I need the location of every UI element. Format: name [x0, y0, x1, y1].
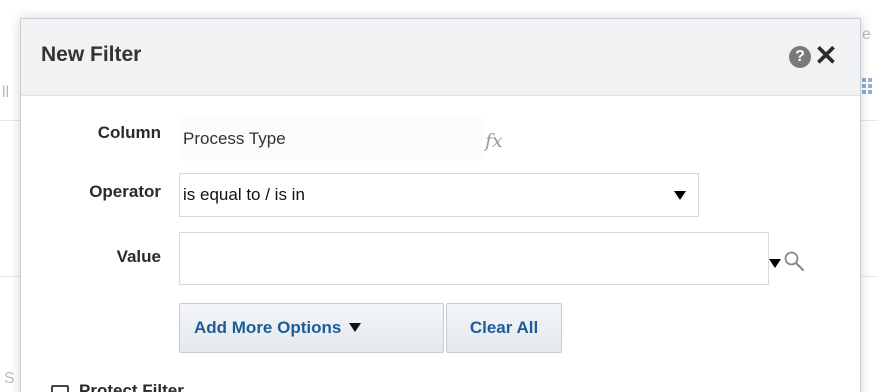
- search-icon[interactable]: [783, 250, 805, 272]
- help-icon[interactable]: ?: [789, 46, 811, 68]
- fx-icon[interactable]: fx: [485, 130, 503, 152]
- column-value: Process Type: [181, 117, 483, 161]
- add-more-options-button[interactable]: Add More Options: [179, 303, 444, 353]
- value-input[interactable]: [179, 232, 769, 285]
- column-label: Column: [97, 123, 161, 142]
- dialog-header: New Filter ? ✕: [21, 19, 860, 96]
- background-text-fragment: ll: [2, 84, 10, 101]
- chevron-down-icon: [674, 191, 686, 200]
- background-text-fragment: S: [4, 370, 15, 387]
- grid-icon: [862, 78, 876, 94]
- operator-selected-value: is equal to / is in: [183, 185, 305, 204]
- new-filter-dialog: New Filter ? ✕ Column Process Type fx Op…: [20, 18, 861, 392]
- protect-filter-label: Protect Filter: [79, 381, 184, 392]
- close-icon[interactable]: ✕: [809, 39, 843, 73]
- add-more-options-label: Add More Options: [194, 318, 342, 337]
- chevron-down-icon: [349, 322, 362, 332]
- screen: e ll S New Filter ? ✕ Column Process Typ…: [0, 0, 878, 392]
- operator-label: Operator: [89, 182, 161, 201]
- protect-filter-checkbox[interactable]: [51, 385, 69, 392]
- dialog-title: New Filter: [41, 43, 142, 66]
- clear-all-button[interactable]: Clear All: [446, 303, 562, 353]
- value-dropdown-icon[interactable]: [769, 259, 781, 268]
- operator-select[interactable]: is equal to / is in: [179, 173, 699, 217]
- background-text-fragment: e: [862, 26, 871, 43]
- value-label: Value: [116, 247, 161, 266]
